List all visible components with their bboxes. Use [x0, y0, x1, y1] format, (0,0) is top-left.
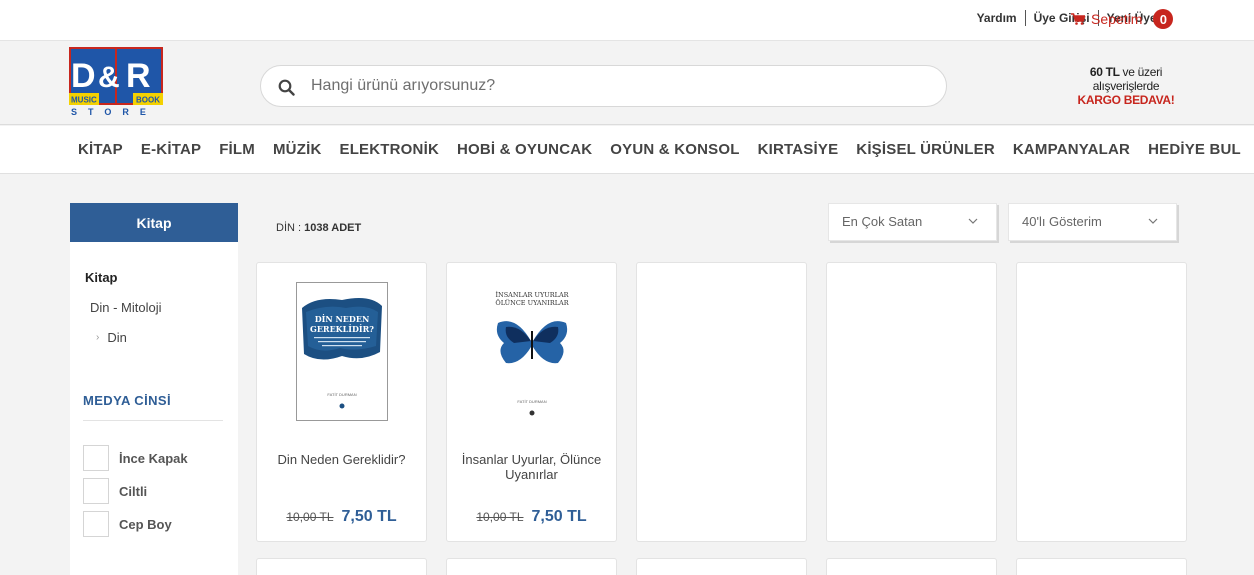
cart-label: Sepetim [1091, 11, 1143, 27]
book-cover-image[interactable]: İNSANLAR UYURLAR ÖLÜNCE UYANIRLAR FATİT … [486, 285, 578, 421]
old-price: 10,00 TL [476, 510, 524, 524]
svg-text:MUSIC: MUSIC [71, 96, 97, 105]
result-category: DİN [276, 222, 295, 234]
nav-item-kirtasiye[interactable]: KIRTASİYE [749, 141, 848, 158]
cart-icon [1071, 13, 1085, 25]
nav-item-kisisel-urunler[interactable]: KİŞİSEL ÜRÜNLER [847, 141, 1004, 158]
svg-text:&: & [98, 61, 120, 94]
search-input[interactable] [311, 74, 911, 98]
svg-text:İNSANLAR UYURLAR: İNSANLAR UYURLAR [495, 290, 569, 299]
sort-dropdown[interactable]: En Çok Satan [828, 203, 997, 241]
search-icon[interactable] [278, 79, 295, 96]
filter-ince-kapak[interactable]: İnce Kapak [83, 445, 188, 471]
chevron-down-icon [1148, 218, 1158, 224]
category-leaf-label: Din [107, 330, 127, 345]
svg-text:BOOK: BOOK [136, 96, 160, 105]
nav-item-muzik[interactable]: MÜZİK [264, 141, 331, 158]
product-card-placeholder [1016, 262, 1187, 542]
checkbox-label: Cep Boy [119, 516, 172, 532]
product-card-placeholder [826, 262, 997, 542]
nav-item-film[interactable]: FİLM [210, 141, 264, 158]
old-price: 10,00 TL [286, 510, 334, 524]
product-card-placeholder [826, 558, 997, 575]
product-card-placeholder [636, 262, 807, 542]
help-link[interactable]: Yardım [969, 10, 1026, 26]
category-root[interactable]: Kitap [85, 270, 118, 285]
product-card-placeholder [636, 558, 807, 575]
nav-item-oyun-konsol[interactable]: OYUN & KONSOL [601, 141, 748, 158]
nav-item-kitap[interactable]: KİTAP [69, 141, 132, 158]
checkbox-label: İnce Kapak [119, 450, 188, 466]
category-sub[interactable]: Din - Mitoloji [90, 300, 162, 315]
filter-sidebar: Kitap Kitap Din - Mitoloji › Din MEDYA C… [70, 203, 238, 575]
new-price: 7,50 TL [531, 508, 587, 525]
category-leaf[interactable]: › Din [96, 330, 127, 345]
top-bar: Yardım Üye Girişi Yeni Üyelik Sepetim 0 [0, 0, 1254, 41]
svg-text:D: D [71, 57, 96, 95]
nav-item-kampanyalar[interactable]: KAMPANYALAR [1004, 141, 1139, 158]
filter-cep-boy[interactable]: Cep Boy [83, 511, 172, 537]
product-title[interactable]: İnsanlar Uyurlar, Ölünce Uyanırlar [455, 452, 608, 482]
page-size-dropdown[interactable]: 40'lı Gösterim [1008, 203, 1177, 241]
result-total: 1038 ADET [304, 222, 362, 234]
svg-text:ÖLÜNCE UYANIRLAR: ÖLÜNCE UYANIRLAR [495, 298, 569, 307]
cart-count-badge: 0 [1153, 9, 1174, 29]
chevron-down-icon [968, 218, 978, 224]
new-price: 7,50 TL [341, 508, 397, 525]
product-prices: 10,00 TL 7,50 TL [447, 508, 616, 526]
sidebar-header[interactable]: Kitap [70, 203, 238, 242]
checkbox[interactable] [83, 445, 109, 471]
main-nav: KİTAP E-KİTAP FİLM MÜZİK ELEKTRONİK HOBİ… [0, 126, 1254, 174]
sort-selected: En Çok Satan [842, 214, 923, 229]
filter-ciltli[interactable]: Ciltli [83, 478, 147, 504]
svg-text:GEREKLİDİR?: GEREKLİDİR? [310, 324, 374, 334]
promo-line1-rest: ve üzeri [1122, 65, 1163, 79]
product-prices: 10,00 TL 7,50 TL [257, 508, 426, 526]
chevron-right-icon: › [96, 332, 100, 343]
promo-amount: 60 TL [1089, 65, 1120, 79]
promo-line2: alışverişlerde [1092, 79, 1160, 93]
nav-item-e-kitap[interactable]: E-KİTAP [132, 141, 210, 158]
cart-button[interactable]: Sepetim 0 [1071, 9, 1174, 29]
product-card-placeholder [446, 558, 617, 575]
svg-text:FATİT DURMAN: FATİT DURMAN [327, 392, 356, 397]
promo-line3: KARGO BEDAVA! [1077, 93, 1175, 107]
svg-text:R: R [126, 57, 151, 95]
svg-text:FATİT DURMAN: FATİT DURMAN [517, 399, 546, 404]
result-count: DİN : 1038 ADET [276, 222, 362, 234]
product-card-placeholder [1016, 558, 1187, 575]
nav-item-hobi-oyuncak[interactable]: HOBİ & OYUNCAK [448, 141, 601, 158]
svg-text:STORE: STORE [71, 107, 157, 117]
product-card-placeholder [256, 558, 427, 575]
dr-logo[interactable]: D & R MUSIC BOOK STORE [69, 47, 163, 117]
product-card[interactable]: İNSANLAR UYURLAR ÖLÜNCE UYANIRLAR FATİT … [446, 262, 617, 542]
page-size-selected: 40'lı Gösterim [1022, 214, 1102, 229]
free-shipping-promo: 60 TL ve üzeri alışverişlerde KARGO BEDA… [1076, 65, 1176, 107]
book-cover-image[interactable]: DİN NEDEN GEREKLİDİR? FATİT DURMAN [296, 282, 388, 421]
nav-item-hediye-bul[interactable]: HEDİYE BUL [1139, 141, 1250, 158]
media-type-heading: MEDYA CİNSİ [83, 393, 223, 421]
search-box [260, 65, 947, 107]
checkbox-label: Ciltli [119, 483, 148, 499]
header: D & R MUSIC BOOK STORE 60 TL ve üzeri al… [0, 41, 1254, 125]
product-card[interactable]: DİN NEDEN GEREKLİDİR? FATİT DURMAN Din N… [256, 262, 427, 542]
checkbox[interactable] [83, 511, 109, 537]
product-title[interactable]: Din Neden Gereklidir? [265, 452, 418, 467]
checkbox[interactable] [83, 478, 109, 504]
svg-text:DİN NEDEN: DİN NEDEN [315, 314, 370, 324]
nav-item-elektronik[interactable]: ELEKTRONİK [330, 141, 448, 158]
dr-logo-graphic: D & R MUSIC BOOK STORE [69, 47, 163, 117]
